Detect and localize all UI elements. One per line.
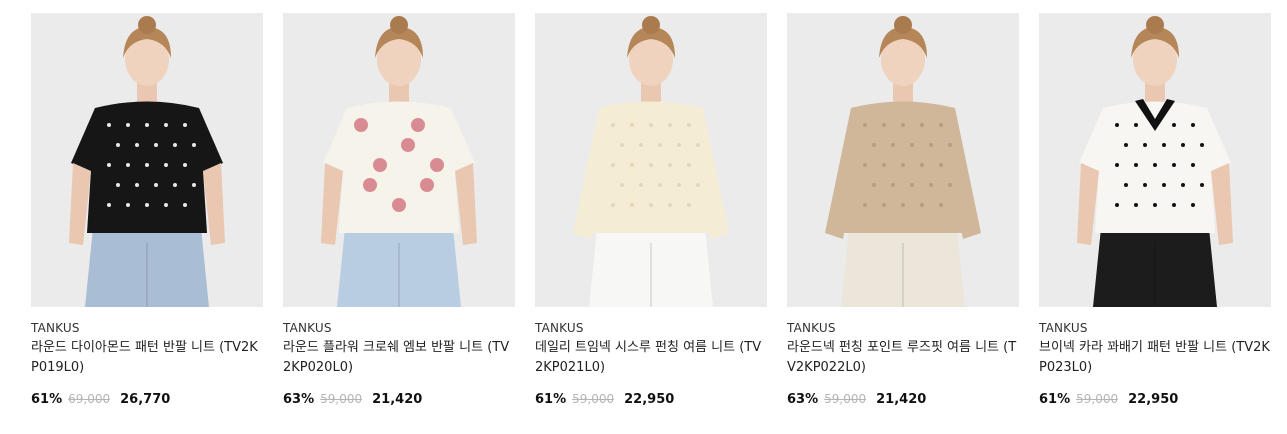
price-row: 63% 59,000 21,420 — [787, 391, 1019, 408]
product-brand: TANKUS — [787, 321, 836, 335]
original-price: 69,000 — [68, 392, 111, 406]
discount-rate: 63% — [787, 392, 819, 407]
product-name[interactable]: 라운드넥 펀칭 포인트 루즈핏 여름 니트 (TV2KP022L0) — [787, 338, 1019, 378]
product-image[interactable] — [1039, 13, 1271, 307]
price-row: 61% 69,000 26,770 — [31, 391, 263, 408]
sale-price: 22,950 — [624, 392, 675, 407]
model-photo — [283, 13, 515, 307]
original-price: 59,000 — [824, 392, 867, 406]
model-photo — [1039, 13, 1271, 307]
product-name[interactable]: 데일리 트임넥 시스루 펀칭 여름 니트 (TV2KP021L0) — [535, 338, 767, 378]
sale-price: 22,950 — [1128, 392, 1179, 407]
discount-rate: 61% — [31, 392, 63, 407]
sale-price: 26,770 — [120, 392, 171, 407]
product-card-4[interactable]: TANKUS 라운드넥 펀칭 포인트 루즈핏 여름 니트 (TV2KP022L0… — [787, 13, 1019, 408]
price-row: 61% 59,000 22,950 — [535, 391, 767, 408]
product-name[interactable]: 라운드 플라워 크로쉐 엠보 반팔 니트 (TV2KP020L0) — [283, 338, 515, 378]
sale-price: 21,420 — [876, 392, 927, 407]
model-photo — [535, 13, 767, 307]
price-row: 63% 59,000 21,420 — [283, 391, 515, 408]
product-brand: TANKUS — [535, 321, 584, 335]
original-price: 59,000 — [320, 392, 363, 406]
product-name[interactable]: 라운드 다이아몬드 패턴 반팔 니트 (TV2KP019L0) — [31, 338, 263, 378]
product-brand: TANKUS — [1039, 321, 1088, 335]
product-name[interactable]: 브이넥 카라 꽈배기 패턴 반팔 니트 (TV2KP023L0) — [1039, 338, 1271, 378]
product-image[interactable] — [283, 13, 515, 307]
discount-rate: 63% — [283, 392, 315, 407]
product-image[interactable] — [535, 13, 767, 307]
product-card-1[interactable]: TANKUS 라운드 다이아몬드 패턴 반팔 니트 (TV2KP019L0) 6… — [31, 13, 263, 408]
sale-price: 21,420 — [372, 392, 423, 407]
product-card-3[interactable]: TANKUS 데일리 트임넥 시스루 펀칭 여름 니트 (TV2KP021L0)… — [535, 13, 767, 408]
original-price: 59,000 — [1076, 392, 1119, 406]
original-price: 59,000 — [572, 392, 615, 406]
discount-rate: 61% — [1039, 392, 1071, 407]
model-photo — [787, 13, 1019, 307]
product-image[interactable] — [787, 13, 1019, 307]
product-brand: TANKUS — [283, 321, 332, 335]
discount-rate: 61% — [535, 392, 567, 407]
product-grid: TANKUS 라운드 다이아몬드 패턴 반팔 니트 (TV2KP019L0) 6… — [31, 13, 1271, 408]
product-image[interactable] — [31, 13, 263, 307]
product-card-5[interactable]: TANKUS 브이넥 카라 꽈배기 패턴 반팔 니트 (TV2KP023L0) … — [1039, 13, 1271, 408]
product-brand: TANKUS — [31, 321, 80, 335]
product-card-2[interactable]: TANKUS 라운드 플라워 크로쉐 엠보 반팔 니트 (TV2KP020L0)… — [283, 13, 515, 408]
price-row: 61% 59,000 22,950 — [1039, 391, 1271, 408]
model-photo — [31, 13, 263, 307]
